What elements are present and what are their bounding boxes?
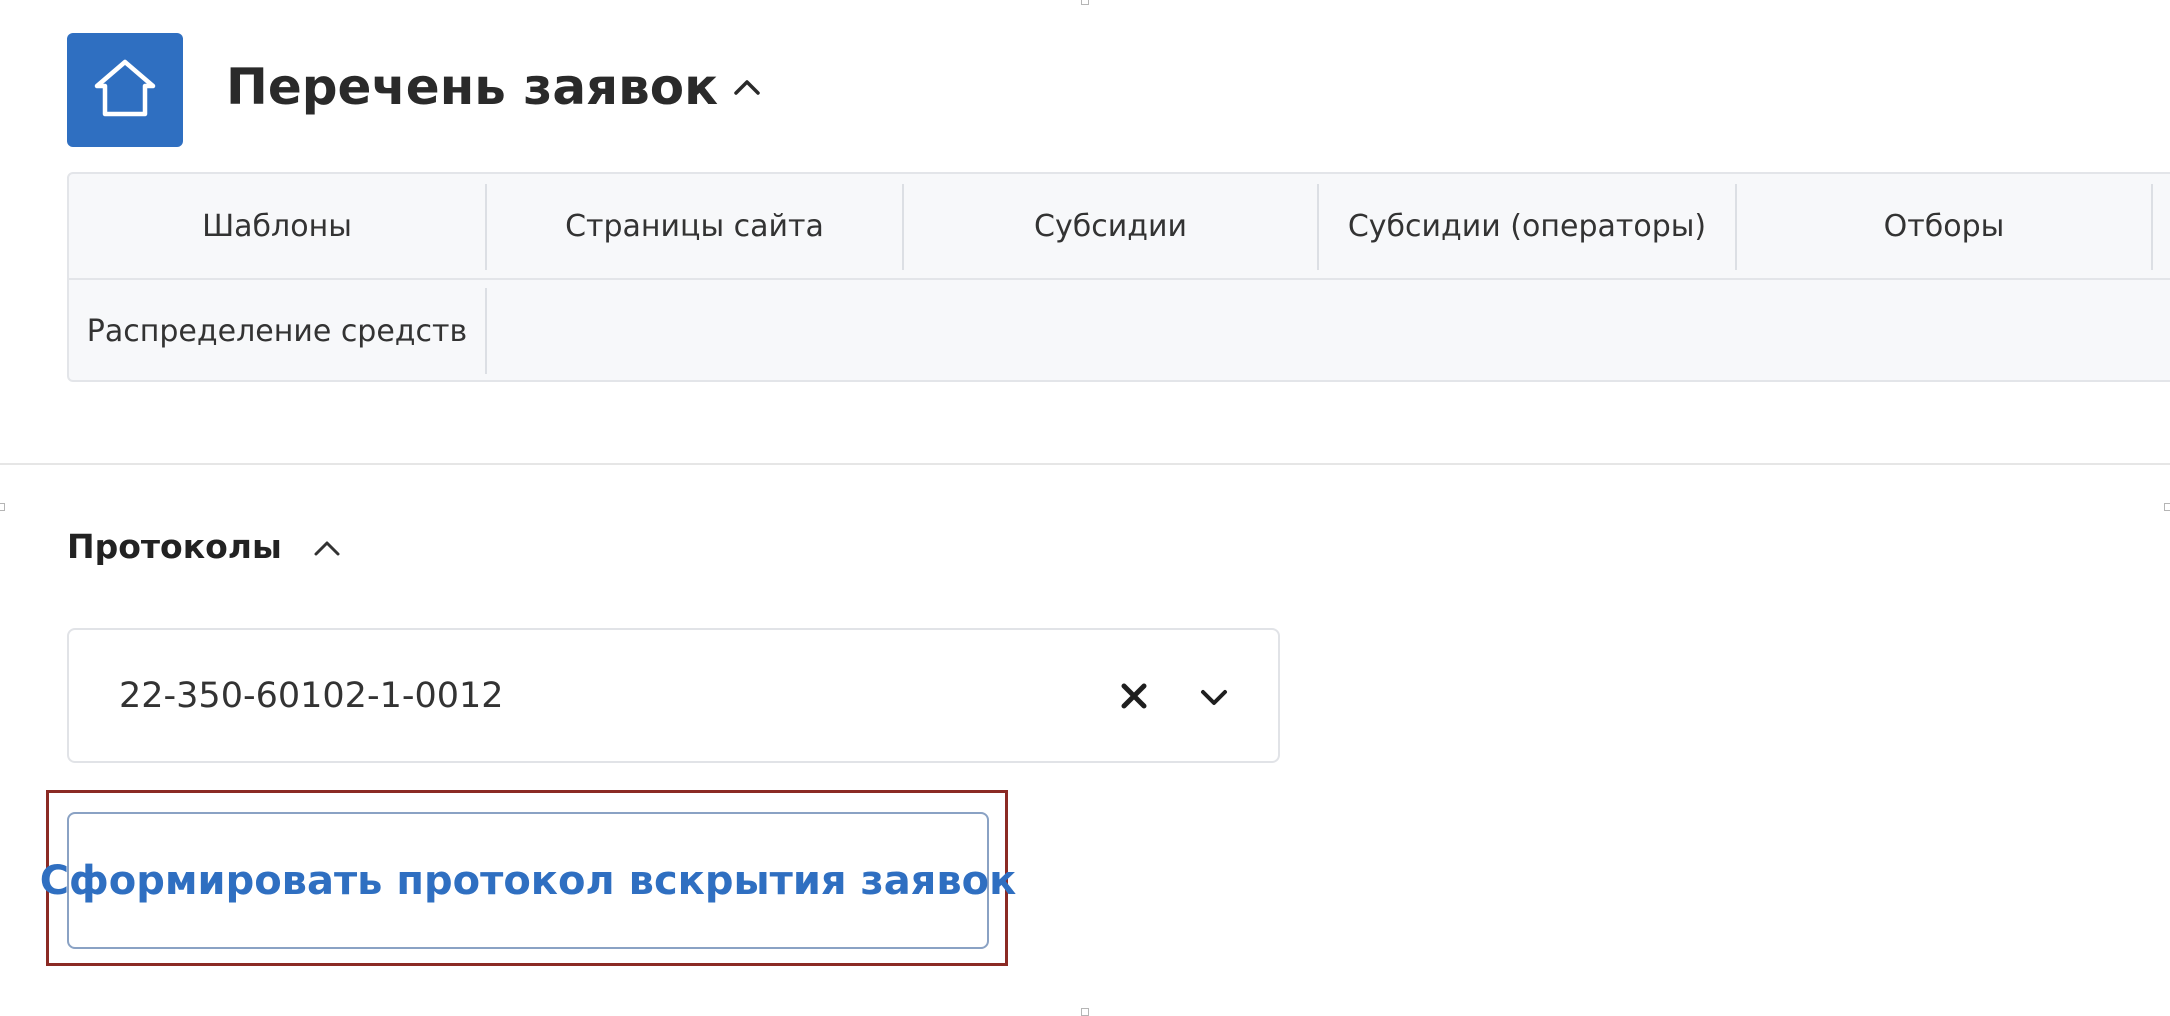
tab-selections[interactable]: Отборы xyxy=(1737,174,2151,278)
tab-label: Страницы сайта xyxy=(565,208,824,244)
tab-label: Отборы xyxy=(1883,208,2005,244)
selection-handle-left[interactable] xyxy=(0,503,5,511)
tab-label: Распределение средств xyxy=(86,313,468,349)
selection-handle-bottom[interactable] xyxy=(1081,1008,1089,1016)
tabs-panel: Шаблоны Страницы сайта Субсидии Субсидии… xyxy=(67,172,2170,382)
tab-templates[interactable]: Шаблоны xyxy=(69,174,485,278)
chevron-up-icon[interactable] xyxy=(732,77,762,97)
tab-divider xyxy=(2151,184,2153,270)
tab-site-pages[interactable]: Страницы сайта xyxy=(487,174,902,278)
tab-subsidies-operators[interactable]: Субсидии (операторы) xyxy=(1319,174,1735,278)
page-title-text: Перечень заявок xyxy=(226,58,719,116)
close-icon[interactable] xyxy=(1114,676,1154,716)
chevron-up-icon[interactable] xyxy=(312,527,342,566)
protocol-select-value: 22-350-60102-1-0012 xyxy=(119,675,504,716)
tab-subsidies[interactable]: Субсидии xyxy=(904,174,1317,278)
tab-label: Субсидии xyxy=(1034,208,1187,244)
tab-funds-distribution[interactable]: Распределение средств xyxy=(69,280,485,382)
home-icon xyxy=(91,56,159,124)
chevron-down-icon[interactable] xyxy=(1194,678,1234,718)
protocols-section-header[interactable]: Протоколы xyxy=(67,527,342,566)
tab-label: Шаблоны xyxy=(202,208,352,244)
section-divider xyxy=(0,463,2170,465)
home-button[interactable] xyxy=(67,33,183,147)
protocol-select[interactable]: 22-350-60102-1-0012 xyxy=(67,628,1280,763)
page-title: Перечень заявок xyxy=(226,58,762,116)
protocols-title: Протоколы xyxy=(67,527,282,566)
tab-label: Субсидии (операторы) xyxy=(1347,208,1707,244)
selection-handle-right[interactable] xyxy=(2164,503,2170,511)
generate-opening-protocol-button[interactable]: Сформировать протокол вскрытия заявок xyxy=(40,812,1016,949)
tab-divider xyxy=(485,288,487,374)
selection-handle-top[interactable] xyxy=(1081,0,1089,5)
